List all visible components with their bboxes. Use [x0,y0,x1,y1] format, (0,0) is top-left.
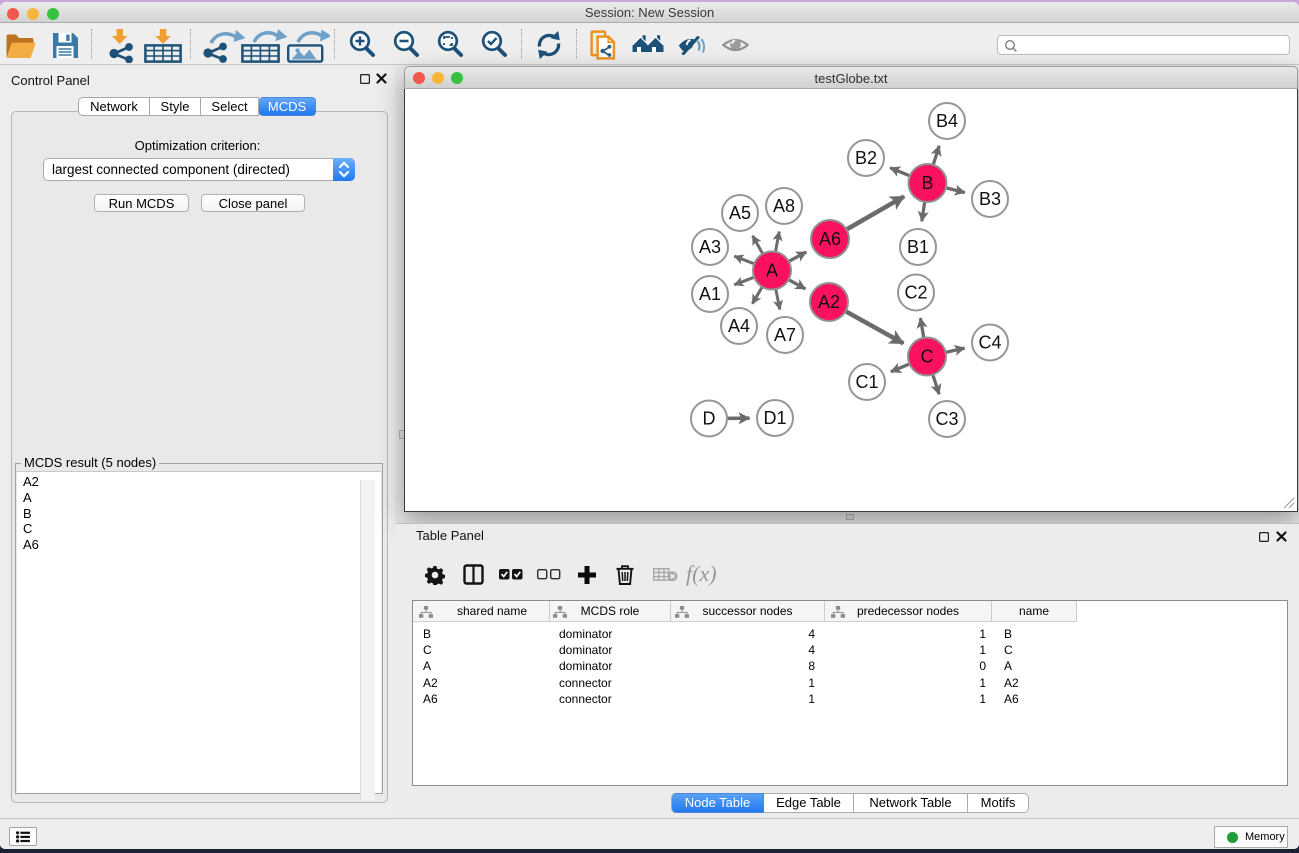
svg-text:C2: C2 [904,283,927,303]
svg-text:A5: A5 [729,203,751,223]
svg-text:D1: D1 [763,408,786,428]
svg-text:C3: C3 [935,409,958,429]
svg-text:A8: A8 [773,196,795,216]
svg-text:A2: A2 [818,292,840,312]
svg-text:f(x): f(x) [686,561,717,586]
svg-text:B3: B3 [979,189,1001,209]
svg-text:A1: A1 [699,284,721,304]
svg-text:C4: C4 [978,333,1001,353]
svg-text:A6: A6 [819,229,841,249]
svg-text:C1: C1 [855,372,878,392]
svg-text:A: A [766,261,778,281]
svg-text:B2: B2 [855,148,877,168]
svg-text:A7: A7 [774,325,796,345]
svg-text:A3: A3 [699,237,721,257]
svg-text:B4: B4 [936,111,958,131]
svg-text:B1: B1 [907,237,929,257]
svg-text:D: D [703,409,716,429]
svg-text:C: C [921,347,934,367]
svg-text:A4: A4 [728,316,750,336]
svg-text:B: B [921,173,933,193]
